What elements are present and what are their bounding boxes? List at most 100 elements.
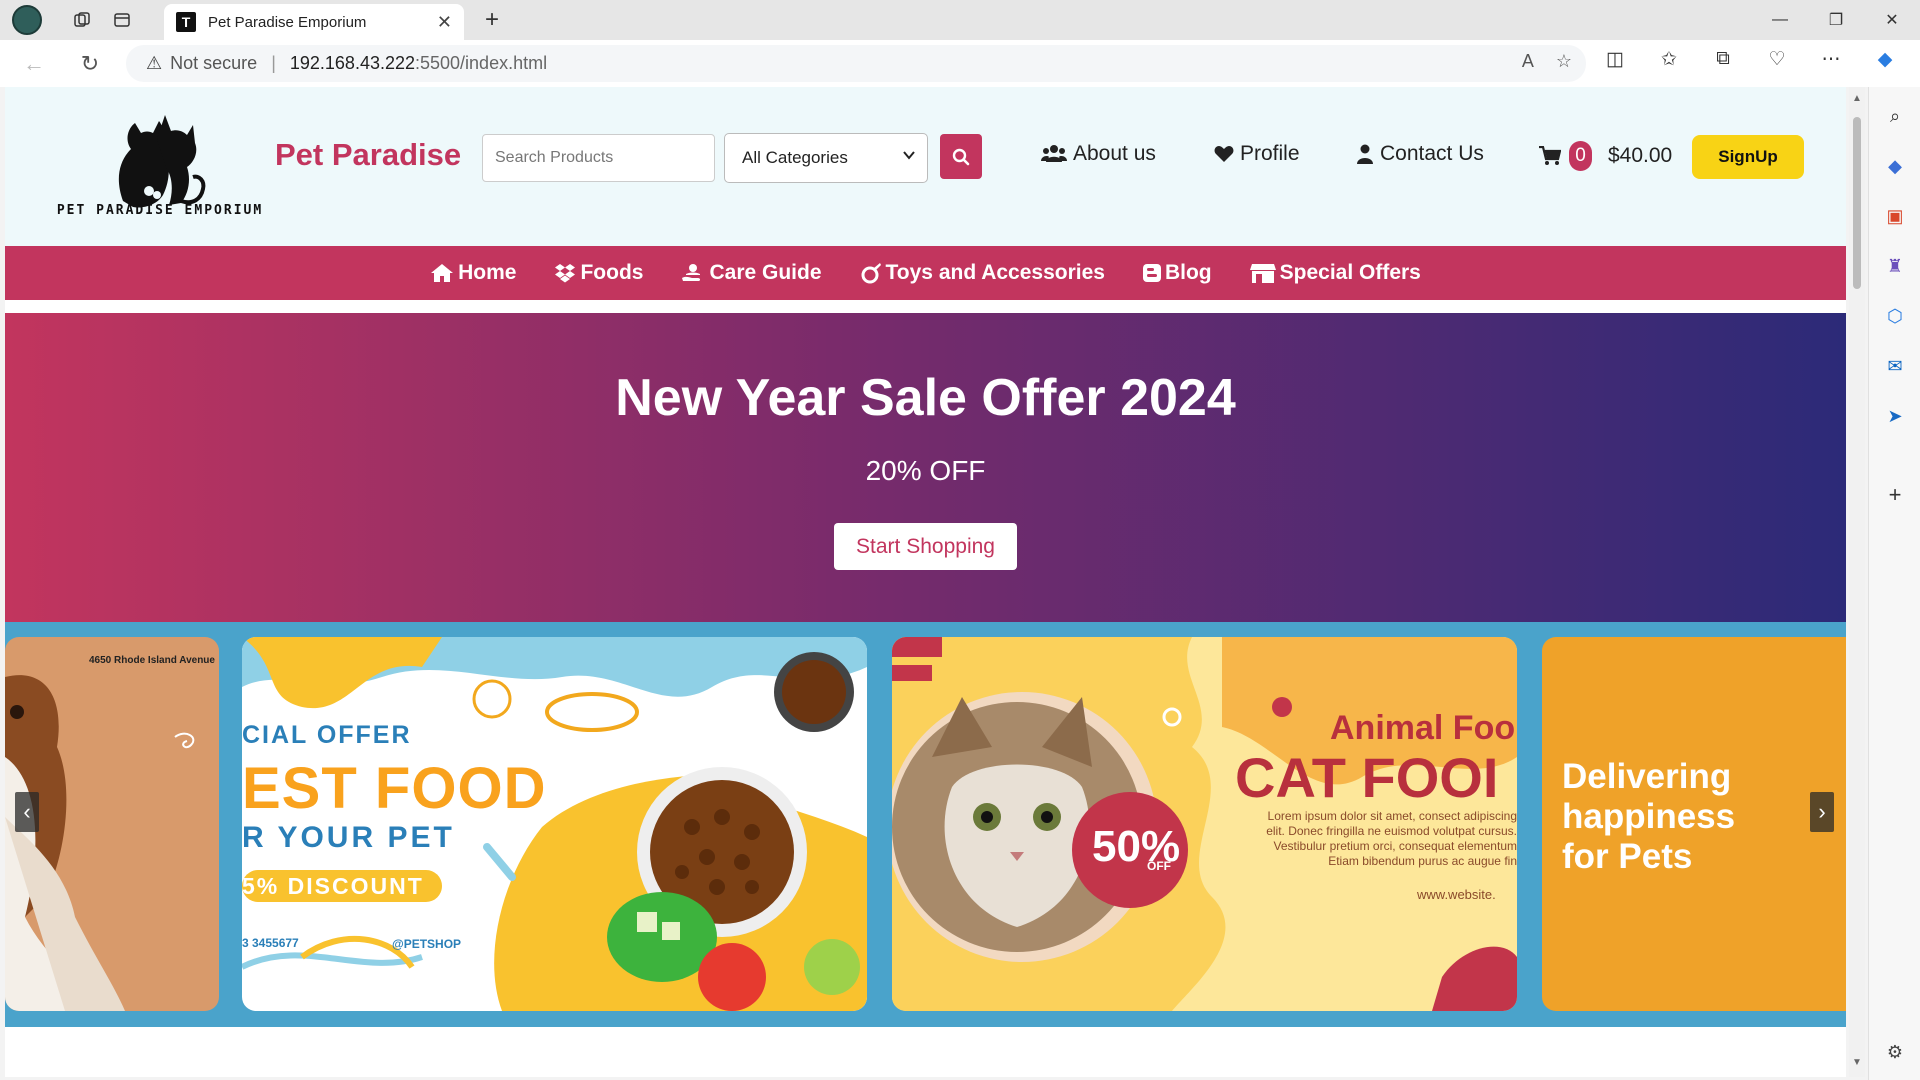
slide2-line2: EST FOOD xyxy=(242,756,547,821)
nav-blog-label: Blog xyxy=(1164,261,1212,284)
scroll-down-icon[interactable]: ▼ xyxy=(1852,1057,1862,1068)
window-controls: — ❐ ✕ xyxy=(1752,0,1920,40)
restore-icon[interactable]: ❐ xyxy=(1808,0,1864,40)
nav-home-label: Home xyxy=(458,261,517,284)
scroll-up-icon[interactable]: ▲ xyxy=(1852,93,1862,104)
carousel-slide-pet-food[interactable]: CIAL OFFER EST FOOD R YOUR PET 5% DISCOU… xyxy=(242,637,867,1011)
sidebar-settings-icon[interactable]: ⚙ xyxy=(1880,1037,1910,1067)
slide2-line1: CIAL OFFER xyxy=(242,721,412,749)
about-us-link[interactable]: About us xyxy=(1041,142,1156,166)
hero-title: New Year Sale Offer 2024 xyxy=(615,369,1236,427)
about-us-label: About us xyxy=(1073,142,1156,165)
warning-icon: ⚠ xyxy=(146,53,163,73)
signup-button[interactable]: SignUp xyxy=(1692,135,1804,179)
split-screen-icon[interactable]: ◫ xyxy=(1600,48,1630,71)
contact-us-label: Contact Us xyxy=(1380,142,1484,165)
reload-icon[interactable]: ↻ xyxy=(70,44,110,84)
cart-button[interactable]: 0 $40.00 xyxy=(1539,141,1672,171)
users-icon xyxy=(1041,145,1067,162)
profile-link[interactable]: Profile xyxy=(1214,142,1300,166)
toy-icon xyxy=(861,263,881,284)
collections-icon[interactable]: ⧉ xyxy=(1708,48,1738,71)
nav-special-offers-label: Special Offers xyxy=(1279,261,1421,284)
omnibox-actions: A ☆ xyxy=(1522,51,1572,72)
favorite-star-icon[interactable]: ☆ xyxy=(1556,51,1572,72)
close-window-icon[interactable]: ✕ xyxy=(1864,0,1920,40)
copilot-icon[interactable]: ◆ xyxy=(1870,48,1900,71)
url-path: :5500/index.html xyxy=(415,53,548,73)
edge-sidebar: ⌕ ◆ ▣ ♜ ⬡ ✉ ➤ + ⚙ xyxy=(1868,87,1920,1080)
scrollbar-thumb[interactable] xyxy=(1853,117,1861,289)
slide3-body: Lorem ipsum dolor sit amet, consect adip… xyxy=(1266,809,1517,868)
workspaces-icon[interactable] xyxy=(62,0,102,40)
sidebar-shopping-icon[interactable]: ◆ xyxy=(1880,151,1910,181)
sidebar-microsoft365-icon[interactable]: ⬡ xyxy=(1880,301,1910,331)
nav-care-guide-label: Care Guide xyxy=(709,261,822,284)
sidebar-search-icon[interactable]: ⌕ xyxy=(1880,101,1910,131)
heart-icon xyxy=(1214,146,1234,162)
sidebar-add-icon[interactable]: + xyxy=(1880,480,1910,510)
page-viewport: PET PARADISE EMPORIUM Pet Paradise All C… xyxy=(5,87,1846,1077)
carousel-slide-cat-food[interactable]: 50% OFF Animal Foo CAT FOOI Lorem ipsum … xyxy=(892,637,1517,1011)
new-tab-button[interactable]: + xyxy=(476,4,508,36)
slide2-line3: R YOUR PET xyxy=(242,821,455,854)
home-icon xyxy=(431,264,454,282)
carousel-prev-button[interactable]: ‹ xyxy=(15,792,39,832)
sidebar-games-icon[interactable]: ♜ xyxy=(1880,251,1910,281)
start-shopping-button[interactable]: Start Shopping xyxy=(834,523,1017,570)
slide1-address: 4650 Rhode Island Avenue xyxy=(89,655,215,666)
url-host: 192.168.43.222 xyxy=(289,53,415,73)
nav-special-offers[interactable]: Special Offers xyxy=(1249,261,1421,285)
minimize-icon[interactable]: — xyxy=(1752,0,1808,40)
sidebar-tools-icon[interactable]: ▣ xyxy=(1880,201,1910,231)
url-separator: | xyxy=(271,53,276,73)
security-label: Not secure xyxy=(170,53,258,73)
hand-holding-user-icon xyxy=(682,264,701,281)
slide2-handle: @PETSHOP xyxy=(392,937,462,951)
nav-blog[interactable]: Blog xyxy=(1142,261,1212,285)
page-scrollbar[interactable]: ▲ ▼ xyxy=(1849,87,1865,1077)
slide3-line1: Animal Foo xyxy=(1330,709,1516,747)
search-button[interactable] xyxy=(940,134,982,179)
browser-address-bar: ← ↻ ⚠ Not secure | 192.168.43.222:5500/i… xyxy=(0,40,1920,87)
search-input[interactable] xyxy=(482,134,715,182)
browser-tab-active[interactable]: T Pet Paradise Emporium ✕ xyxy=(164,4,464,40)
tab-favicon: T xyxy=(176,12,196,32)
contact-us-link[interactable]: Contact Us xyxy=(1356,142,1484,166)
brand-name[interactable]: Pet Paradise xyxy=(275,137,461,173)
user-icon xyxy=(1357,144,1373,164)
read-aloud-icon[interactable]: A xyxy=(1522,51,1534,72)
slide4-text: Delivering happiness for Pets xyxy=(1562,757,1736,876)
profile-label: Profile xyxy=(1240,142,1300,165)
more-options-icon[interactable]: ⋯ xyxy=(1816,48,1846,71)
url-field[interactable]: ⚠ Not secure | 192.168.43.222:5500/index… xyxy=(126,45,1586,82)
shop-icon xyxy=(1249,264,1276,283)
browser-essentials-icon[interactable]: ♡ xyxy=(1762,48,1792,71)
dropbox-icon xyxy=(555,264,576,283)
blogger-icon xyxy=(1142,264,1161,282)
cart-icon xyxy=(1539,146,1561,165)
site-header: PET PARADISE EMPORIUM Pet Paradise All C… xyxy=(5,87,1846,246)
slide2-line4: 5% DISCOUNT xyxy=(242,873,424,899)
sidebar-outlook-icon[interactable]: ✉ xyxy=(1880,351,1910,381)
back-arrow-icon[interactable]: ← xyxy=(14,44,54,84)
slide2-phone: 3 3455677 xyxy=(242,936,299,950)
favorites-icon[interactable]: ✩ xyxy=(1654,48,1684,71)
carousel-slide-delivering[interactable]: Delivering happiness for Pets xyxy=(1542,637,1846,1011)
hero-banner: New Year Sale Offer 2024 20% OFF Start S… xyxy=(5,313,1846,622)
tab-actions-icon[interactable] xyxy=(102,0,142,40)
category-select[interactable]: All Categories xyxy=(724,133,928,183)
sidebar-send-icon[interactable]: ➤ xyxy=(1880,401,1910,431)
nav-home[interactable]: Home xyxy=(430,261,516,285)
nav-foods[interactable]: Foods xyxy=(554,261,643,285)
close-tab-icon[interactable]: ✕ xyxy=(437,12,452,33)
nav-toys-label: Toys and Accessories xyxy=(885,261,1105,284)
slide3-site: www.website. xyxy=(1417,887,1496,902)
tab-title: Pet Paradise Emporium xyxy=(208,13,367,31)
nav-toys[interactable]: Toys and Accessories xyxy=(860,261,1105,285)
browser-tab-bar: T Pet Paradise Emporium ✕ + — ❐ ✕ xyxy=(0,0,1920,40)
nav-care-guide[interactable]: Care Guide xyxy=(681,261,822,285)
browser-profile-avatar[interactable] xyxy=(12,5,42,35)
cart-count-badge: 0 xyxy=(1569,141,1592,171)
carousel-next-button[interactable]: › xyxy=(1810,792,1834,832)
